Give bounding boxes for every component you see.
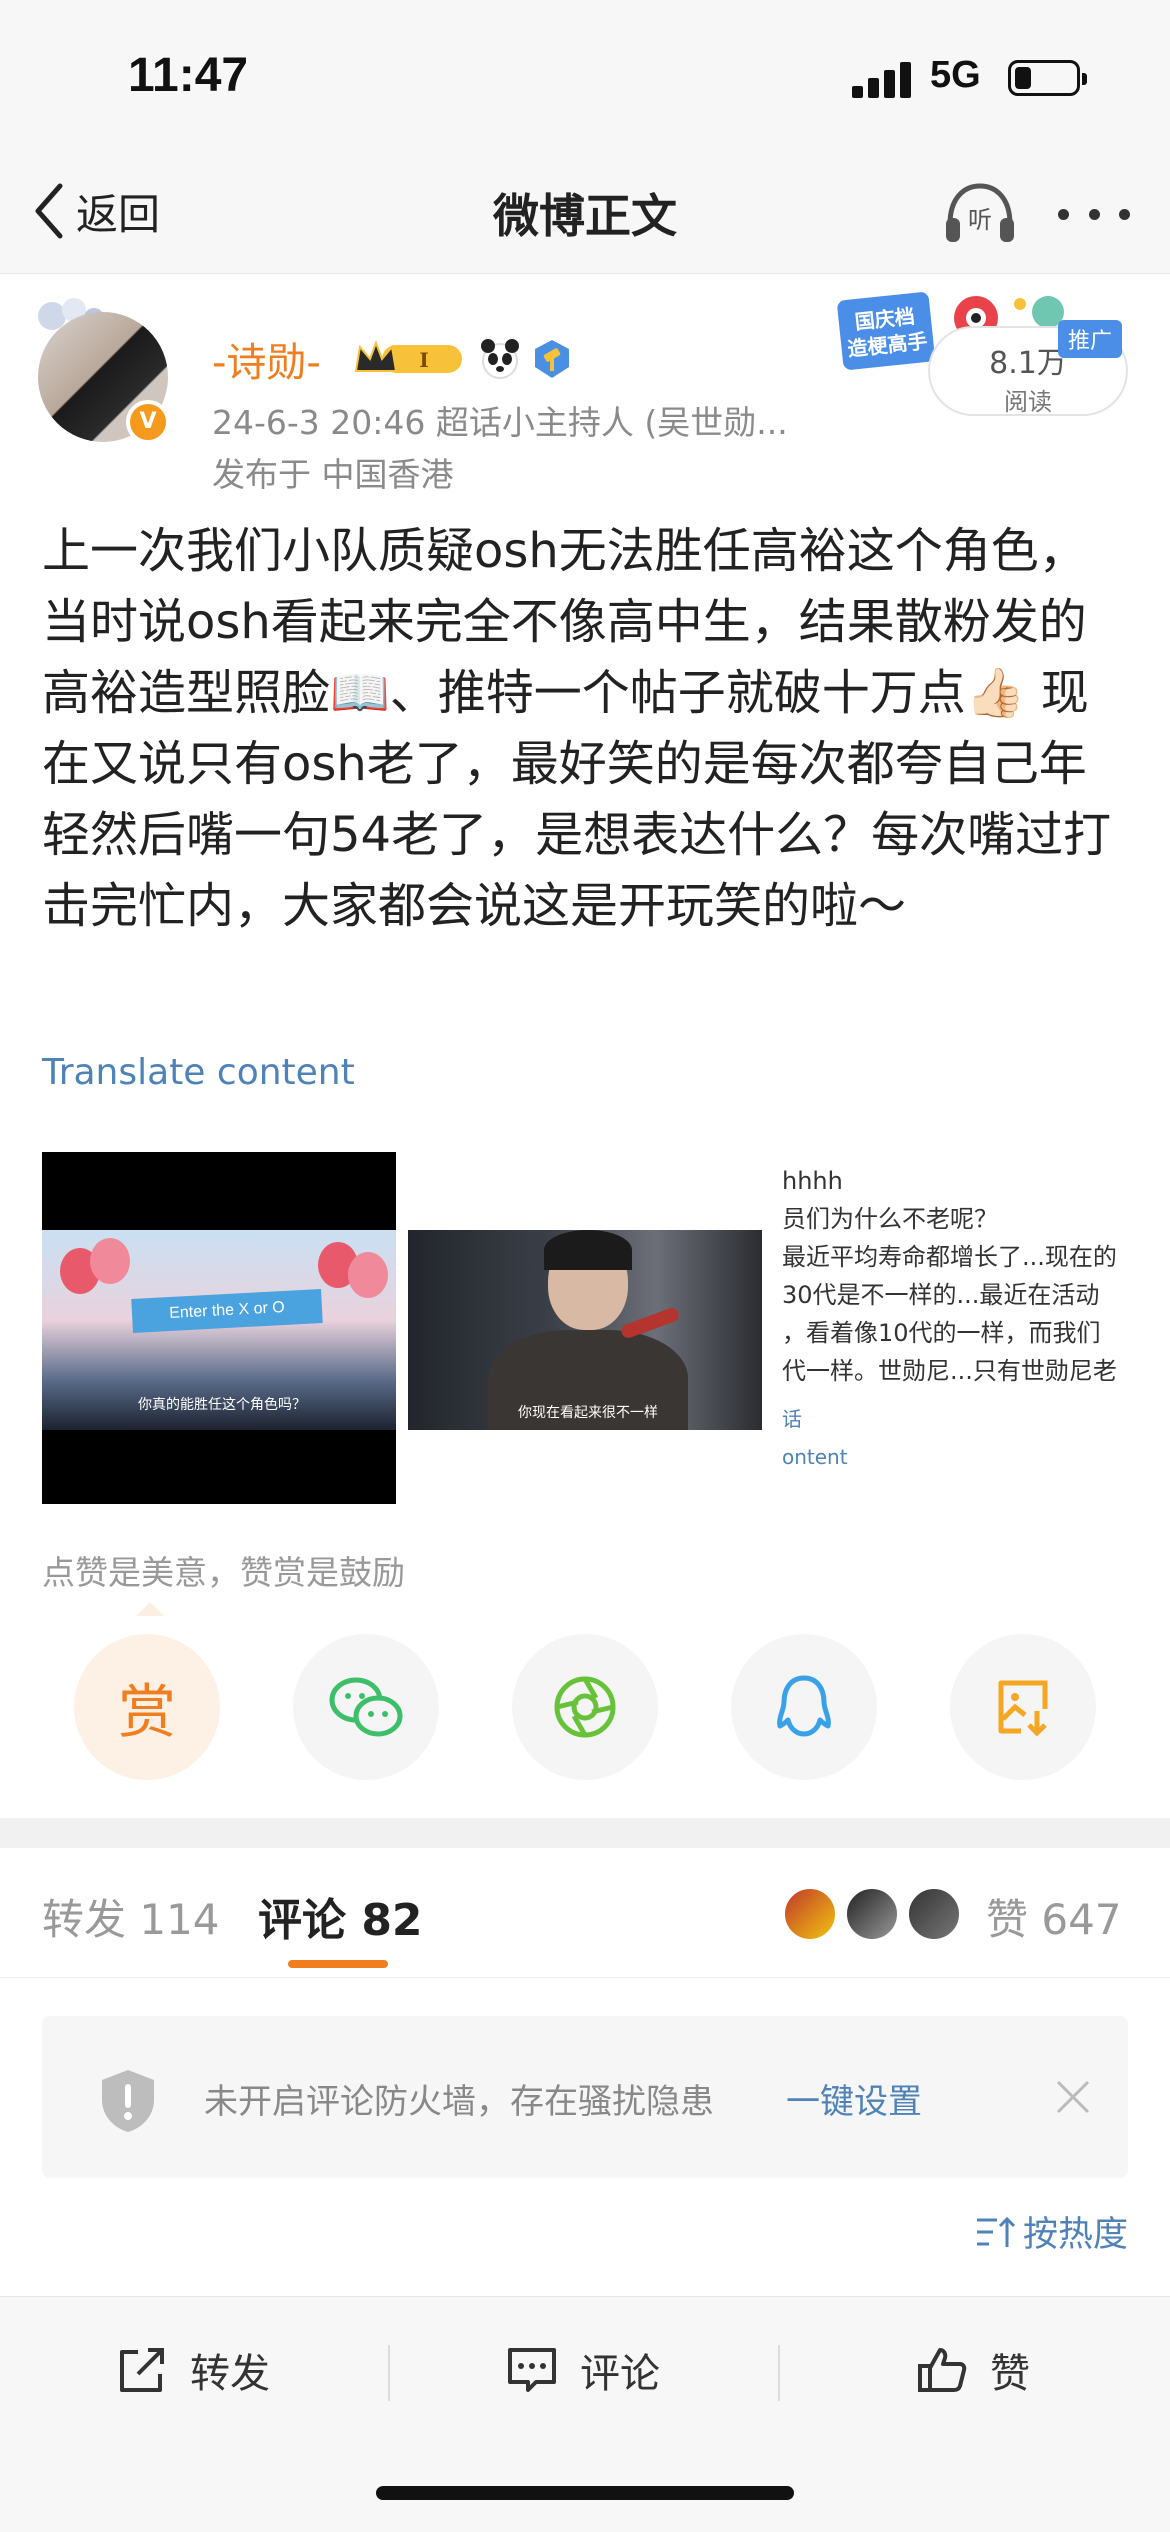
battery-icon — [1008, 60, 1087, 96]
image-subtitle: 你真的能胜任这个角色吗？ — [138, 1397, 306, 1413]
tip-caret — [136, 1602, 164, 1616]
post-image-1[interactable]: Enter the X or O 你真的能胜任这个角色吗？ — [42, 1152, 396, 1504]
share-row: 赏 — [74, 1634, 1096, 1780]
svg-text:I: I — [419, 348, 428, 372]
firewall-setup-link[interactable]: 一键设置 — [786, 2074, 922, 2123]
reward-label: 赏 — [117, 1678, 176, 1746]
like-label: 赞 — [990, 2351, 1030, 2397]
liker-avatar[interactable] — [844, 1886, 900, 1942]
tab-reposts[interactable]: 转发 114 — [42, 1886, 220, 1947]
status-time: 11:47 — [128, 49, 249, 102]
reward-tip: 点赞是美意，赞赏是鼓励 — [42, 1553, 405, 1592]
section-divider — [0, 1818, 1170, 1848]
repost-icon — [120, 2348, 164, 2392]
repost-button[interactable]: 转发 — [116, 2335, 270, 2405]
dot-icon — [1088, 208, 1100, 220]
share-moments-button[interactable] — [512, 1634, 658, 1780]
active-tab-indicator — [288, 1960, 388, 1968]
microphone-shape — [619, 1306, 681, 1340]
post-image-2[interactable]: 你现在看起来很不一样 — [408, 1230, 762, 1430]
post-image-3[interactable]: hhhh 员们为什么不老呢？ 最近平均寿命都增长了...现在的 30代是不一样的… — [774, 1152, 1128, 1504]
album-download-icon — [998, 1680, 1048, 1737]
share-wechat-button[interactable] — [293, 1634, 439, 1780]
liker-avatar[interactable] — [906, 1886, 962, 1942]
more-button[interactable] — [1058, 194, 1130, 234]
tab-likes[interactable]: 赞 647 — [986, 1886, 1122, 1947]
comment-firewall-notice: 未开启评论防火墙，存在骚扰隐患 一键设置 — [42, 2016, 1128, 2178]
panda-badge-icon[interactable] — [478, 337, 522, 381]
qq-icon — [777, 1675, 831, 1737]
close-icon[interactable] — [1054, 2078, 1092, 2116]
liker-avatar[interactable] — [782, 1886, 838, 1942]
person-shape — [544, 1230, 632, 1270]
svg-text:听: 听 — [968, 206, 992, 234]
wechat-icon — [329, 1677, 403, 1737]
bar-separator — [778, 2345, 780, 2401]
reward-button[interactable]: 赏 — [74, 1634, 220, 1780]
author-name[interactable]: -诗勋- — [212, 330, 321, 388]
home-indicator — [376, 2486, 794, 2500]
sort-by-hot-button[interactable]: 按热度 — [975, 2206, 1128, 2257]
image-text-line: hhhh — [782, 1167, 843, 1195]
author-badges: I — [352, 334, 574, 384]
network-type: 5G — [930, 54, 981, 96]
image-text-line — [782, 1152, 1128, 1162]
image-subtitle: 你现在看起来很不一样 — [518, 1405, 658, 1421]
thumbs-up-icon — [918, 2348, 967, 2392]
comment-label: 评论 — [580, 2351, 660, 2397]
sort-label: 按热度 — [1022, 2215, 1128, 2255]
interaction-tabs: 转发 114 评论 82 赞 647 — [0, 1848, 1170, 1978]
comment-icon — [508, 2348, 556, 2392]
post-location: 发布于 中国香港 — [212, 455, 454, 494]
repost-label: 转发 — [190, 2351, 270, 2397]
headphones-icon: 听 — [946, 183, 1014, 242]
status-bar: 11:47 5G — [0, 0, 1170, 150]
image-text-link: 话 — [782, 1407, 802, 1431]
balloon-shape — [348, 1252, 388, 1298]
image-text-line: ，看着像10代的一样，而我们 — [782, 1319, 1101, 1347]
post-text: 上一次我们小队质疑osh无法胜任高裕这个角色，当时说osh看起来完全不像高中生，… — [42, 523, 1112, 934]
read-label: 阅读 — [1004, 388, 1052, 416]
save-image-button[interactable] — [950, 1634, 1096, 1780]
hammer-badge-icon[interactable] — [530, 337, 574, 381]
tab-comments[interactable]: 评论 82 — [258, 1884, 423, 1948]
crown-level-badge-icon[interactable]: I — [352, 337, 470, 381]
signal-icon — [852, 60, 912, 98]
sort-icon — [976, 2216, 1015, 2247]
post-meta: 24-6-3 20:46 超话小主持人 (吴世勋... — [212, 403, 788, 442]
image-text-line: 代一样。世勋尼...只有世勋尼老 — [782, 1357, 1117, 1385]
balloon-shape — [90, 1238, 130, 1284]
translate-link[interactable]: Translate content — [42, 1052, 355, 1093]
like-button[interactable]: 赞 — [916, 2335, 1030, 2405]
moments-icon — [554, 1676, 616, 1738]
firewall-text: 未开启评论防火墙，存在骚扰隐患 — [204, 2082, 714, 2122]
dot-icon — [1119, 208, 1130, 220]
nav-bar: 返回 微博正文 听 — [0, 150, 1170, 274]
bar-separator — [388, 2345, 390, 2401]
listen-button[interactable]: 听 — [942, 178, 1018, 246]
promo-tag: 推广 — [1058, 320, 1123, 358]
verified-badge-icon: V — [126, 400, 170, 444]
shield-icon — [102, 2070, 154, 2132]
share-qq-button[interactable] — [731, 1634, 877, 1780]
image-text-line: 30代是不一样的...最近在活动 — [782, 1281, 1100, 1309]
image-text-line: 员们为什么不老呢？ — [782, 1205, 998, 1233]
image-text-line: 最近平均寿命都增长了...现在的 — [782, 1243, 1117, 1271]
dot-icon — [1058, 208, 1069, 220]
image-text-link: ontent — [782, 1445, 848, 1469]
comment-button[interactable]: 评论 — [506, 2335, 660, 2405]
post-images: Enter the X or O 你真的能胜任这个角色吗？ 你现在看起来很不一样… — [42, 1152, 1128, 1504]
